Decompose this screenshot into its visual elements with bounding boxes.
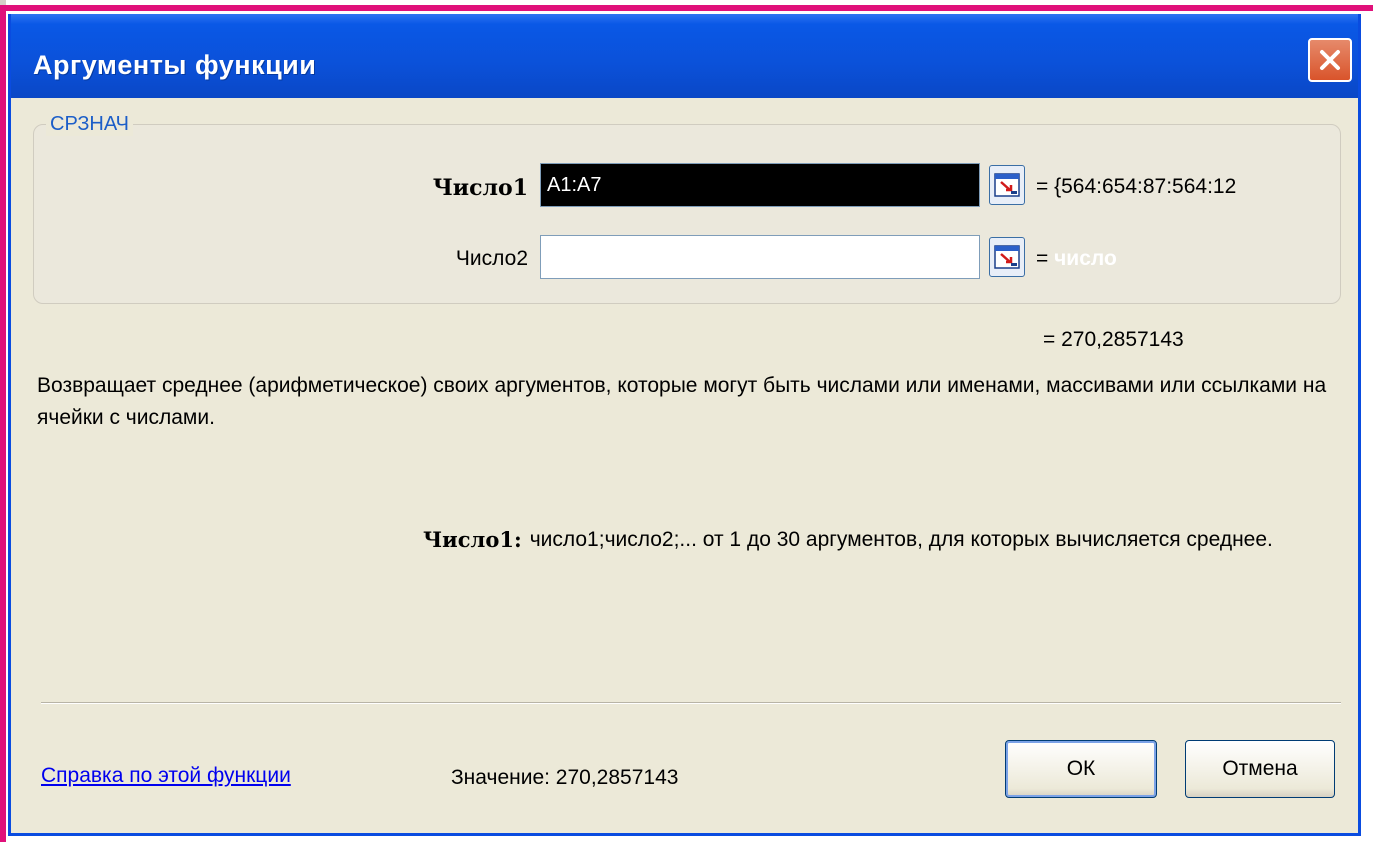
value-text: Значение: 270,2857143 xyxy=(451,766,679,789)
function-arguments-dialog: Аргументы функции СРЗНАЧ Число1 = {564:6… xyxy=(8,14,1361,836)
arg2-label: Число2 xyxy=(455,247,528,270)
argument-help-name: Число1: xyxy=(423,527,522,552)
dialog-titlebar[interactable]: Аргументы функции xyxy=(11,14,1358,98)
arg2-preview: = число xyxy=(1036,247,1117,271)
dialog-title: Аргументы функции xyxy=(33,50,317,80)
arg2-input[interactable] xyxy=(540,235,980,279)
function-arguments-group: СРЗНАЧ Число1 = {564:654:87:564:12 Число… xyxy=(33,113,1341,304)
arg1-label: Число1 xyxy=(432,175,528,201)
collapse-dialog-icon xyxy=(994,245,1020,269)
window-edge xyxy=(0,0,6,842)
arg1-input[interactable] xyxy=(540,163,980,207)
function-name: СРЗНАЧ xyxy=(46,113,133,136)
arg2-collapse-button[interactable] xyxy=(989,237,1025,277)
ok-button[interactable]: ОК xyxy=(1005,740,1157,798)
cancel-button[interactable]: Отмена xyxy=(1185,740,1335,798)
argument-help-text: число1;число2;... от 1 до 30 аргументов,… xyxy=(529,528,1273,551)
arg1-collapse-button[interactable] xyxy=(989,165,1025,205)
arg1-preview: = {564:654:87:564:12 xyxy=(1036,175,1237,198)
divider xyxy=(41,702,1341,704)
arg2-preview-type: число xyxy=(1054,247,1117,270)
argument-help: Число1: число1;число2;... от 1 до 30 арг… xyxy=(423,522,1343,558)
help-link[interactable]: Справка по этой функции xyxy=(41,764,291,788)
close-icon xyxy=(1320,50,1340,70)
formula-result: = 270,2857143 xyxy=(1043,328,1184,351)
close-button[interactable] xyxy=(1308,38,1352,82)
arg2-preview-eq: = xyxy=(1036,247,1049,270)
collapse-dialog-icon xyxy=(994,173,1020,197)
function-description: Возвращает среднее (арифметическое) свои… xyxy=(37,374,1327,429)
